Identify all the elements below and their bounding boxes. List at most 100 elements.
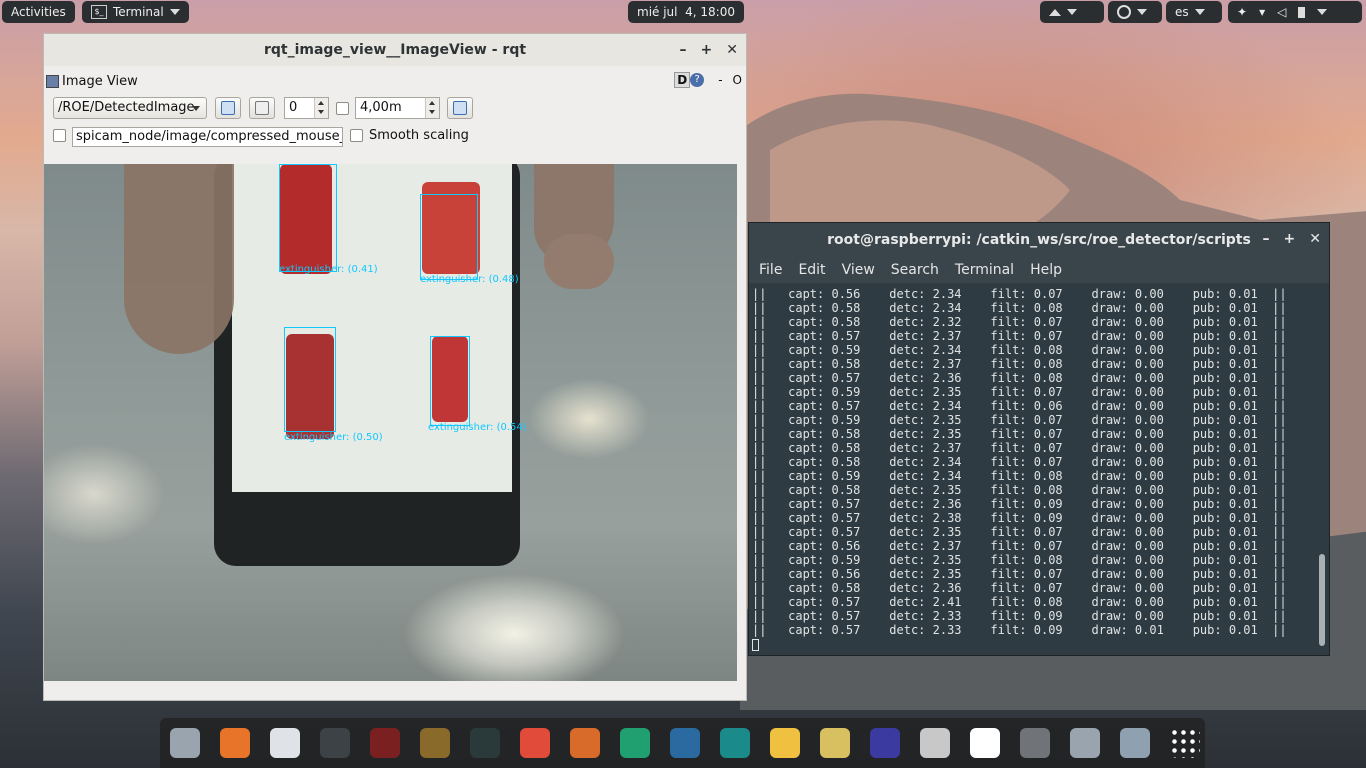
arduino-icon[interactable] bbox=[720, 728, 750, 758]
detection-label: extinguisher: (0.41) bbox=[279, 264, 378, 275]
pycharm-icon[interactable] bbox=[620, 728, 650, 758]
help-icon[interactable]: ? bbox=[690, 73, 705, 87]
minimize-button[interactable]: – bbox=[1263, 231, 1270, 247]
wifi-icon: ▾ bbox=[1259, 5, 1266, 19]
close-button[interactable]: ✕ bbox=[726, 42, 738, 58]
terminal-line: || capt: 0.56 detc: 2.34 filt: 0.07 draw… bbox=[752, 287, 1287, 301]
terminal-line: || capt: 0.58 detc: 2.36 filt: 0.07 draw… bbox=[752, 581, 1287, 595]
terminal-line: || capt: 0.58 detc: 2.37 filt: 0.08 draw… bbox=[752, 357, 1287, 371]
circle-icon bbox=[1117, 5, 1131, 19]
inkscape-icon[interactable] bbox=[470, 728, 500, 758]
terminal-line: || capt: 0.57 detc: 2.33 filt: 0.09 draw… bbox=[752, 623, 1287, 637]
dock bbox=[160, 718, 1205, 768]
menu-search[interactable]: Search bbox=[883, 262, 947, 278]
terminal-red-icon[interactable] bbox=[370, 728, 400, 758]
terminal-menubar: File Edit View Search Terminal Help bbox=[749, 257, 1329, 283]
terminal-line: || capt: 0.57 detc: 2.36 filt: 0.09 draw… bbox=[752, 497, 1287, 511]
terminal-output[interactable]: || capt: 0.56 detc: 2.34 filt: 0.07 draw… bbox=[749, 284, 1329, 655]
files-icon[interactable] bbox=[170, 728, 200, 758]
smooth-scaling-label: Smooth scaling bbox=[369, 128, 469, 143]
menu-edit[interactable]: Edit bbox=[790, 262, 833, 278]
menu-terminal[interactable]: Terminal bbox=[947, 262, 1022, 278]
zoom-icon bbox=[255, 101, 269, 115]
earth-pro-icon[interactable] bbox=[920, 728, 950, 758]
sublime-icon[interactable] bbox=[420, 728, 450, 758]
terminal-titlebar[interactable]: root@raspberrypi: /catkin_ws/src/roe_det… bbox=[749, 223, 1329, 257]
network-icon: ✦ bbox=[1237, 5, 1248, 19]
battery-icon bbox=[1298, 6, 1306, 18]
status-menu[interactable] bbox=[1108, 1, 1162, 23]
app-menu-button[interactable]: $_ Terminal bbox=[82, 1, 189, 23]
system-menu[interactable]: ✦ ▾ ◁ bbox=[1228, 1, 1362, 23]
minimize-plugin-button[interactable]: - bbox=[718, 73, 722, 87]
terminal-line: || capt: 0.59 detc: 2.35 filt: 0.07 draw… bbox=[752, 385, 1287, 399]
volume-icon: ◁ bbox=[1277, 5, 1287, 19]
matlab-icon[interactable] bbox=[570, 728, 600, 758]
terminal-line: || capt: 0.59 detc: 2.35 filt: 0.08 draw… bbox=[752, 553, 1287, 567]
keyboard-layout-menu[interactable]: es bbox=[1166, 1, 1222, 23]
terminal-icon[interactable] bbox=[320, 728, 350, 758]
detection-box bbox=[430, 336, 470, 426]
mouse-publish-checkbox[interactable] bbox=[53, 129, 66, 142]
zoom-button[interactable] bbox=[249, 97, 275, 119]
terminal-line: || capt: 0.58 detc: 2.32 filt: 0.07 draw… bbox=[752, 315, 1287, 329]
rotation-spinbox[interactable]: 0 bbox=[284, 97, 329, 119]
headphones-icon[interactable] bbox=[870, 728, 900, 758]
git-icon[interactable] bbox=[520, 728, 550, 758]
chevron-down-icon bbox=[1317, 9, 1328, 15]
mail-icon[interactable] bbox=[770, 728, 800, 758]
terminal-line: || capt: 0.57 detc: 2.33 filt: 0.09 draw… bbox=[752, 609, 1287, 623]
app-grid-icon[interactable] bbox=[1170, 728, 1200, 758]
chrome-icon[interactable] bbox=[270, 728, 300, 758]
save-image-button[interactable] bbox=[447, 97, 473, 119]
maximize-button[interactable]: + bbox=[1284, 231, 1296, 247]
mouse-topic-field[interactable]: spicam_node/image/compressed_mouse_left bbox=[72, 127, 343, 147]
menu-file[interactable]: File bbox=[749, 262, 790, 278]
topic-select[interactable]: /ROE/DetectedImage bbox=[53, 97, 207, 119]
spin-arrows-icon[interactable] bbox=[314, 98, 328, 118]
minimize-button[interactable]: – bbox=[680, 42, 687, 58]
monitor-icon[interactable] bbox=[670, 728, 700, 758]
dynamic-range-checkbox[interactable] bbox=[336, 102, 349, 115]
document-icon[interactable] bbox=[970, 728, 1000, 758]
firefox-icon[interactable] bbox=[220, 728, 250, 758]
terminal-line: || capt: 0.57 detc: 2.34 filt: 0.06 draw… bbox=[752, 399, 1287, 413]
terminal-line: || capt: 0.57 detc: 2.38 filt: 0.09 draw… bbox=[752, 511, 1287, 525]
detection-box bbox=[279, 164, 337, 272]
max-range-spinbox[interactable]: 4,00m bbox=[355, 97, 440, 119]
menu-view[interactable]: View bbox=[834, 262, 883, 278]
terminal-line: || capt: 0.58 detc: 2.35 filt: 0.07 draw… bbox=[752, 427, 1287, 441]
terminal-scrollbar[interactable] bbox=[1319, 554, 1325, 646]
terminal-line: || capt: 0.58 detc: 2.34 filt: 0.08 draw… bbox=[752, 301, 1287, 315]
clock-button[interactable]: mié jul 4, 18:00 bbox=[628, 1, 744, 23]
finger-in-image bbox=[124, 164, 234, 354]
maximize-button[interactable]: + bbox=[701, 42, 713, 58]
terminal-line: || capt: 0.59 detc: 2.34 filt: 0.08 draw… bbox=[752, 469, 1287, 483]
terminal-line: || capt: 0.58 detc: 2.37 filt: 0.07 draw… bbox=[752, 441, 1287, 455]
eject-icon bbox=[1049, 8, 1061, 16]
camera-image[interactable]: extinguisher: (0.41) extinguisher: (0.48… bbox=[44, 164, 737, 681]
close-button[interactable]: ✕ bbox=[1309, 231, 1321, 247]
detection-label: extinguisher: (0.54) bbox=[428, 422, 527, 433]
rqt-titlebar[interactable]: rqt_image_view__ImageView - rqt – + ✕ bbox=[44, 34, 746, 67]
terminal-line: || capt: 0.58 detc: 2.34 filt: 0.07 draw… bbox=[752, 455, 1287, 469]
image-viewer-icon[interactable] bbox=[1120, 728, 1150, 758]
chevron-down-icon bbox=[1137, 9, 1147, 15]
terminal-line: || capt: 0.57 detc: 2.36 filt: 0.08 draw… bbox=[752, 371, 1287, 385]
spin-arrows-icon[interactable] bbox=[425, 98, 439, 118]
activities-button[interactable]: Activities bbox=[2, 1, 75, 23]
screenshot-icon[interactable] bbox=[1070, 728, 1100, 758]
terminal-line: || capt: 0.57 detc: 2.35 filt: 0.07 draw… bbox=[752, 525, 1287, 539]
chevron-down-icon bbox=[192, 106, 200, 111]
chevron-down-icon bbox=[1067, 9, 1077, 15]
smooth-scaling-checkbox[interactable] bbox=[350, 129, 363, 142]
refresh-topics-button[interactable] bbox=[215, 97, 241, 119]
eject-menu[interactable] bbox=[1040, 1, 1104, 23]
close-plugin-button[interactable]: O bbox=[733, 73, 742, 87]
terminal-window: root@raspberrypi: /catkin_ws/src/roe_det… bbox=[748, 222, 1330, 656]
menu-help[interactable]: Help bbox=[1022, 262, 1070, 278]
rhythmbox-icon[interactable] bbox=[820, 728, 850, 758]
dock-toggle-button[interactable]: D bbox=[674, 72, 691, 88]
terminal-line: || capt: 0.56 detc: 2.35 filt: 0.07 draw… bbox=[752, 567, 1287, 581]
calculator-icon[interactable] bbox=[1020, 728, 1050, 758]
